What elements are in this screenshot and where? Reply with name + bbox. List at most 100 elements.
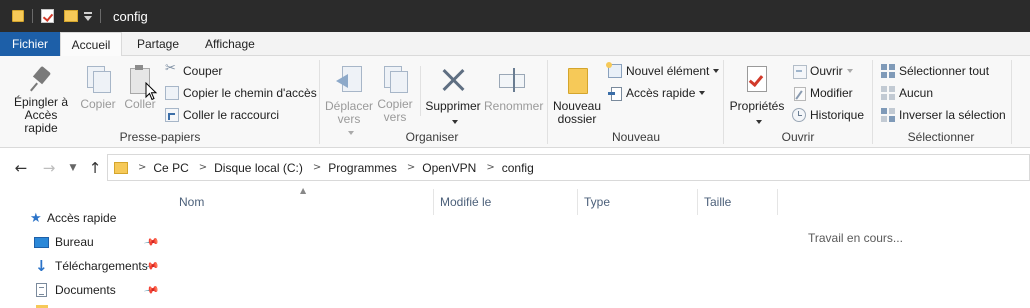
nav-item-documents[interactable]: Documents 📌: [0, 278, 160, 302]
chevron-down-icon: [846, 69, 853, 73]
easy-access-button[interactable]: Accès rapide: [608, 83, 706, 103]
new-folder-button[interactable]: Nouveau dossier: [552, 64, 602, 126]
pin-icon: 📌: [142, 281, 160, 299]
move-to-button[interactable]: Déplacer vers: [324, 64, 374, 139]
nav-item-label: Accès rapide: [47, 211, 117, 225]
edit-label: Modifier: [810, 86, 853, 100]
shortcut-icon: [165, 108, 179, 122]
group-label-new: Nouveau: [611, 130, 661, 144]
invert-selection-button[interactable]: Inverser la sélection: [881, 105, 1006, 125]
customize-quick-access-icon[interactable]: [84, 11, 92, 21]
select-none-button[interactable]: Aucun: [881, 83, 933, 103]
pin-icon: [26, 64, 56, 94]
copy-to-button[interactable]: Copier vers: [375, 64, 415, 124]
open-button[interactable]: Ouvrir: [792, 61, 853, 81]
column-header-modified[interactable]: Modifié le: [440, 187, 491, 217]
forward-arrow-icon[interactable]: →: [40, 159, 58, 177]
column-divider[interactable]: [777, 189, 778, 215]
delete-button[interactable]: Supprimer: [424, 64, 482, 126]
divider: [420, 66, 421, 116]
group-divider: [723, 60, 724, 144]
copy-path-label: Copier le chemin d'accès: [183, 86, 317, 100]
open-label: Ouvrir: [810, 64, 843, 78]
up-arrow-icon[interactable]: ↑: [86, 159, 104, 177]
properties-label: Propriétés: [729, 99, 785, 113]
column-divider[interactable]: [433, 189, 434, 215]
navigation-pane: ★ Accès rapide Bureau 📌 ↓ Téléchargement…: [0, 187, 160, 308]
history-icon: [792, 108, 806, 122]
folder-icon: [564, 64, 590, 96]
breadcrumb-separator-icon[interactable]: >: [313, 162, 321, 173]
easy-access-label: Accès rapide: [626, 86, 696, 100]
divider: [100, 9, 101, 23]
breadcrumb-config[interactable]: config: [502, 161, 534, 175]
column-header-name[interactable]: Nom: [179, 187, 204, 217]
move-label-line2: vers: [337, 112, 361, 126]
folder-icon: [114, 161, 128, 174]
tab-accueil[interactable]: Accueil: [60, 32, 122, 57]
column-divider[interactable]: [577, 189, 578, 215]
column-divider[interactable]: [697, 189, 698, 215]
rename-label: Renommer: [484, 99, 544, 113]
breadcrumb-separator-icon[interactable]: >: [407, 162, 415, 173]
loading-status: Travail en cours...: [808, 231, 903, 245]
nav-item-label: Bureau: [55, 235, 94, 249]
ribbon: Épingler à Accès rapide Copier Coller Co…: [0, 56, 1030, 148]
copy-path-icon: [165, 86, 179, 100]
scissors-icon: [165, 61, 179, 78]
breadcrumb-separator-icon[interactable]: >: [199, 162, 207, 173]
open-icon: [792, 64, 807, 79]
recent-locations-chevron-icon[interactable]: ▼: [64, 159, 82, 177]
new-folder-quick-icon[interactable]: [64, 10, 78, 22]
history-label: Historique: [810, 108, 865, 122]
paste-shortcut-button[interactable]: Coller le raccourci: [165, 105, 279, 125]
newfolder-label-line2: dossier: [557, 112, 597, 126]
new-item-button[interactable]: Nouvel élément: [606, 61, 720, 81]
breadcrumb-local-disk[interactable]: Disque local (C:): [214, 161, 303, 175]
tab-partage[interactable]: Partage: [125, 32, 191, 56]
select-all-button[interactable]: Sélectionner tout: [881, 61, 989, 81]
file-list: ▲ Nom Modifié le Type Taille Travail en …: [160, 186, 1030, 308]
select-none-label: Aucun: [899, 86, 934, 100]
copyto-label-line2: vers: [383, 110, 407, 124]
column-header-type[interactable]: Type: [584, 187, 610, 217]
group-divider: [547, 60, 548, 144]
documents-icon: [36, 283, 47, 297]
cut-button[interactable]: Couper: [165, 61, 222, 81]
paste-shortcut-label: Coller le raccourci: [183, 108, 280, 122]
nav-item-desktop[interactable]: Bureau 📌: [0, 230, 160, 254]
edit-button[interactable]: Modifier: [792, 83, 853, 103]
group-divider: [319, 60, 320, 144]
properties-icon: [742, 64, 772, 96]
new-item-label: Nouvel élément: [626, 64, 710, 78]
rename-button[interactable]: Renommer: [484, 64, 544, 113]
nav-item-quick-access[interactable]: ★ Accès rapide: [0, 206, 160, 230]
copy-path-button[interactable]: Copier le chemin d'accès: [165, 83, 317, 103]
column-header-size[interactable]: Taille: [704, 187, 731, 217]
breadcrumb-separator-icon[interactable]: >: [486, 162, 494, 173]
pin-quick-access-button[interactable]: Épingler à Accès rapide: [8, 64, 74, 135]
back-arrow-icon[interactable]: ←: [12, 159, 30, 177]
sort-chevron-up-icon: ▲: [300, 186, 307, 195]
nav-item-downloads[interactable]: ↓ Téléchargements 📌: [0, 254, 160, 278]
invert-selection-icon: [881, 108, 895, 122]
breadcrumb-programmes[interactable]: Programmes: [328, 161, 397, 175]
breadcrumb-openvpn[interactable]: OpenVPN: [422, 161, 476, 175]
properties-quick-icon[interactable]: [41, 9, 54, 23]
delete-icon: [438, 64, 468, 96]
select-all-icon: [881, 64, 895, 78]
tab-affichage[interactable]: Affichage: [193, 32, 267, 56]
breadcrumb-ce-pc[interactable]: Ce PC: [153, 161, 188, 175]
tab-fichier[interactable]: Fichier: [0, 32, 60, 56]
easy-access-icon: [608, 86, 622, 101]
nav-item-label: Documents: [55, 283, 116, 297]
copy-button[interactable]: Copier: [78, 64, 118, 111]
folder-icon[interactable]: [12, 10, 24, 22]
history-button[interactable]: Historique: [792, 105, 864, 125]
properties-button[interactable]: Propriétés: [728, 64, 786, 126]
title-bar: config: [0, 0, 1030, 32]
breadcrumb-separator-icon[interactable]: >: [138, 162, 146, 173]
address-bar[interactable]: > Ce PC > Disque local (C:) > Programmes…: [107, 154, 1030, 181]
window-title: config: [113, 8, 148, 24]
copy-label: Copier: [80, 97, 116, 111]
